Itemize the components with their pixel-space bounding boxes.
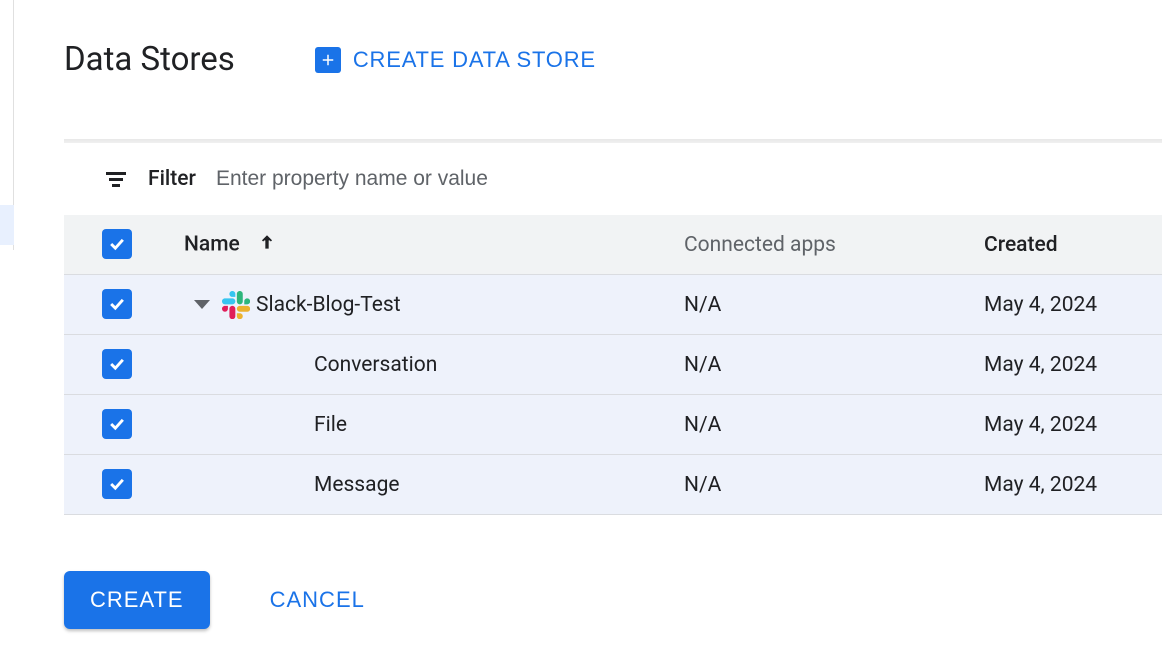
cancel-button[interactable]: CANCEL (270, 587, 365, 613)
row-checkbox[interactable] (102, 349, 132, 379)
row-connected-apps: N/A (684, 395, 984, 455)
row-created: May 4, 2024 (984, 275, 1162, 335)
table-row[interactable]: Message N/AMay 4, 2024 (64, 455, 1162, 515)
filter-icon (104, 167, 128, 191)
column-header-name[interactable]: Name (184, 215, 684, 275)
row-name: Conversation (314, 353, 437, 377)
column-header-connected-apps[interactable]: Connected apps (684, 215, 984, 275)
create-data-store-label: CREATE DATA STORE (353, 47, 596, 73)
row-name: Slack-Blog-Test (256, 293, 401, 317)
divider (64, 139, 1162, 143)
slack-icon (222, 291, 250, 319)
page-title: Data Stores (64, 40, 235, 79)
table-row[interactable]: Conversation N/AMay 4, 2024 (64, 335, 1162, 395)
row-created: May 4, 2024 (984, 455, 1162, 515)
row-name: File (314, 413, 347, 437)
filter-input[interactable] (216, 167, 616, 191)
expand-arrow-icon[interactable] (194, 300, 210, 309)
table-header-row: Name Connected apps Created (64, 215, 1162, 275)
row-checkbox[interactable] (102, 289, 132, 319)
data-stores-table: Name Connected apps Created Slack-Blog-T… (64, 215, 1162, 515)
sort-arrow-up-icon (257, 232, 277, 258)
left-nav-highlight (0, 205, 14, 245)
row-connected-apps: N/A (684, 335, 984, 395)
column-header-created[interactable]: Created (984, 215, 1162, 275)
page-header: Data Stores CREATE DATA STORE (64, 40, 1162, 79)
create-button[interactable]: CREATE (64, 571, 210, 629)
table-row[interactable]: File N/AMay 4, 2024 (64, 395, 1162, 455)
plus-icon (315, 47, 341, 73)
row-connected-apps: N/A (684, 275, 984, 335)
footer-actions: CREATE CANCEL (64, 571, 1162, 629)
select-all-checkbox[interactable] (102, 229, 132, 259)
row-checkbox[interactable] (102, 469, 132, 499)
filter-label: Filter (148, 167, 196, 191)
row-checkbox[interactable] (102, 409, 132, 439)
row-created: May 4, 2024 (984, 395, 1162, 455)
row-name: Message (314, 473, 400, 497)
row-connected-apps: N/A (684, 455, 984, 515)
table-row[interactable]: Slack-Blog-Test N/AMay 4, 2024 (64, 275, 1162, 335)
row-created: May 4, 2024 (984, 335, 1162, 395)
filter-bar: Filter (64, 167, 1162, 215)
create-data-store-button[interactable]: CREATE DATA STORE (315, 47, 596, 73)
